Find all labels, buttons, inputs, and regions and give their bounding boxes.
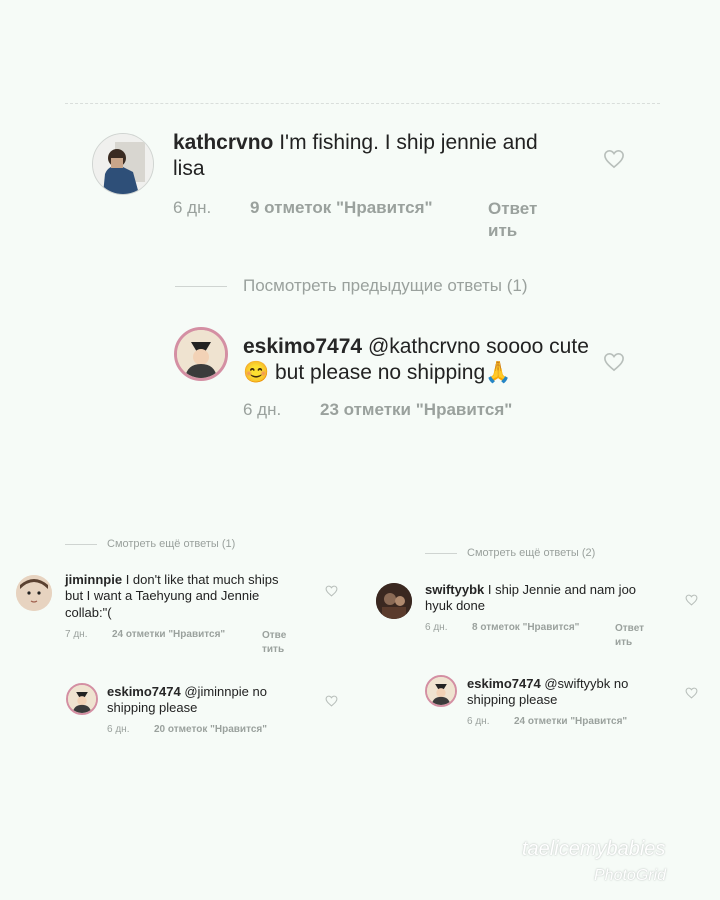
comment-username[interactable]: swiftyybk bbox=[425, 582, 484, 597]
reply-button[interactable]: Ответ ить bbox=[615, 622, 653, 649]
comment-username[interactable]: kathcrvno bbox=[173, 131, 273, 154]
avatar-eskimo7474[interactable] bbox=[66, 683, 98, 715]
likes-label: 8 отметок "Нравится" bbox=[472, 622, 580, 633]
heart-outline-icon[interactable] bbox=[603, 149, 625, 169]
reply-username[interactable]: eskimo7474 bbox=[243, 335, 362, 358]
likes-label: 23 отметки "Нравится" bbox=[320, 400, 513, 419]
comment-username[interactable]: jiminnpie bbox=[65, 572, 122, 587]
reply-label: Ответ ить bbox=[488, 199, 538, 241]
comment-body: kathcrvno I'm fishing. I ship jennie and… bbox=[173, 130, 573, 183]
comment-body: swiftyybk I ship Jennie and nam joo hyuk… bbox=[425, 582, 665, 615]
comment-time: 6 дн. bbox=[173, 198, 212, 217]
comment-likes[interactable]: 9 отметок "Нравится" bbox=[250, 198, 433, 218]
likes-label: 24 отметки "Нравится" bbox=[514, 716, 628, 727]
avatar-eskimo7474[interactable] bbox=[425, 675, 457, 707]
reply-time: 6 дн. bbox=[107, 724, 130, 735]
watermark-handle: taelicemybabies bbox=[522, 838, 666, 860]
comment-likes[interactable]: 24 отметки "Нравится" bbox=[112, 629, 225, 640]
reply-button[interactable]: Отве тить bbox=[262, 629, 296, 656]
reply-username[interactable]: eskimo7474 bbox=[467, 676, 541, 691]
heart-outline-icon[interactable] bbox=[325, 585, 338, 597]
view-more-replies[interactable]: Смотреть ещё ответы (1) bbox=[107, 538, 235, 550]
watermark-app: PhotoGrid bbox=[594, 867, 667, 884]
reply-body: eskimo7474 @jiminnpie no shipping please bbox=[107, 684, 297, 717]
heart-outline-icon[interactable] bbox=[325, 695, 338, 707]
reply-time: 6 дн. bbox=[467, 716, 490, 727]
reply-body: eskimo7474 @swiftyybk no shipping please bbox=[467, 676, 667, 709]
reply-label: Ответ ить bbox=[615, 623, 645, 648]
avatar-jiminnpie[interactable] bbox=[16, 575, 52, 611]
reply-label: Отве тить bbox=[262, 630, 287, 655]
likes-label: 20 отметок "Нравится" bbox=[154, 724, 267, 735]
avatar-eskimo7474[interactable] bbox=[174, 327, 228, 381]
reply-button[interactable]: Ответ ить bbox=[488, 198, 548, 242]
comment-time: 6 дн. bbox=[425, 622, 448, 633]
comment-body: jiminnpie I don't like that much ships b… bbox=[65, 572, 300, 621]
thread-line bbox=[65, 544, 97, 545]
heart-outline-icon[interactable] bbox=[685, 594, 698, 606]
likes-label: 24 отметки "Нравится" bbox=[112, 629, 226, 640]
view-more-replies[interactable]: Смотреть ещё ответы (2) bbox=[467, 547, 595, 559]
reply-body: eskimo7474 @kathcrvno soooo cute😊 but pl… bbox=[243, 334, 593, 387]
section-divider bbox=[65, 103, 660, 104]
avatar-kathcrvno[interactable] bbox=[92, 133, 154, 195]
reply-time: 6 дн. bbox=[243, 400, 282, 419]
thread-line bbox=[175, 286, 227, 287]
comment-time: 7 дн. bbox=[65, 629, 88, 640]
heart-outline-icon[interactable] bbox=[603, 352, 625, 372]
comment-likes[interactable]: 8 отметок "Нравится" bbox=[472, 622, 579, 633]
avatar-swiftyybk[interactable] bbox=[376, 583, 412, 619]
view-previous-replies[interactable]: Посмотреть предыдущие ответы (1) bbox=[243, 276, 528, 296]
heart-outline-icon[interactable] bbox=[685, 687, 698, 699]
reply-username[interactable]: eskimo7474 bbox=[107, 684, 181, 699]
likes-label: 9 отметок "Нравится" bbox=[250, 198, 433, 217]
reply-likes[interactable]: 23 отметки "Нравится" bbox=[320, 400, 512, 420]
reply-likes[interactable]: 20 отметок "Нравится" bbox=[154, 724, 267, 735]
thread-line bbox=[425, 553, 457, 554]
reply-likes[interactable]: 24 отметки "Нравится" bbox=[514, 716, 627, 727]
